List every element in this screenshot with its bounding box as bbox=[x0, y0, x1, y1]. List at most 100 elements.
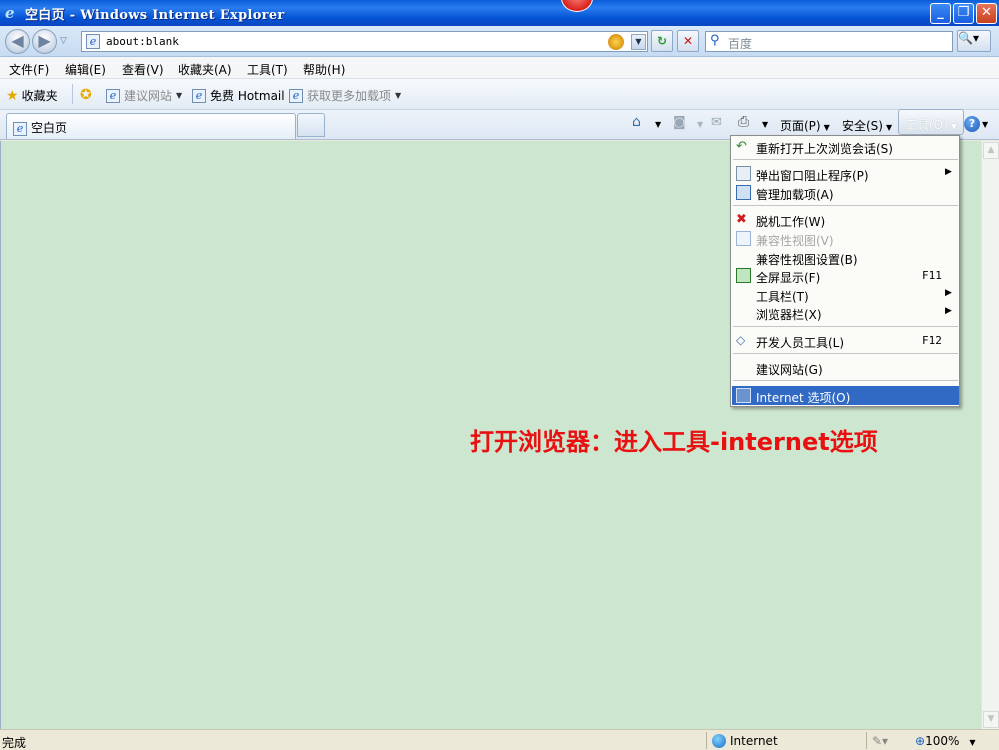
more-addons-link[interactable]: e 获取更多加载项 ▼ bbox=[289, 87, 401, 104]
ie-page-icon: e bbox=[106, 88, 120, 103]
chevron-down-icon[interactable]: ▼ bbox=[762, 120, 768, 129]
menu-item-label: 兼容性视图(V) bbox=[756, 234, 834, 248]
menu-file[interactable]: 文件(F) bbox=[9, 61, 49, 78]
suggested-sites-label: 建议网站 bbox=[124, 89, 173, 103]
menu-item-manage-addons[interactable]: 管理加载项(A) bbox=[732, 183, 959, 202]
read-mail-icon[interactable]: ✉ bbox=[711, 115, 722, 130]
favorites-bar: ★ 收藏夹 ✪ e 建议网站 ▼ e 免费 Hotmail e 获取更多加载项 … bbox=[0, 79, 999, 110]
menu-separator bbox=[733, 353, 958, 354]
menu-help[interactable]: 帮助(H) bbox=[303, 61, 345, 78]
reopen-session-icon: ↶ bbox=[736, 139, 747, 154]
developer-tools-icon: ◇ bbox=[736, 333, 746, 347]
menu-item-work-offline[interactable]: ✖ 脱机工作(W) bbox=[732, 210, 959, 229]
page-menu-label: 页面(P) bbox=[780, 119, 821, 133]
menu-item-popup-blocker[interactable]: 弹出窗口阻止程序(P) ▶ bbox=[732, 164, 959, 183]
menu-item-label: 脱机工作(W) bbox=[756, 215, 826, 229]
menu-item-label: 弹出窗口阻止程序(P) bbox=[756, 169, 869, 183]
instruction-annotation: 打开浏览器：进入工具-internet选项 bbox=[470, 428, 878, 456]
zone-label: Internet bbox=[730, 734, 778, 748]
favorites-separator bbox=[72, 84, 73, 104]
menu-item-internet-options[interactable]: Internet 选项(O) bbox=[732, 386, 959, 405]
ie-page-icon: e bbox=[289, 88, 303, 103]
zoom-control[interactable]: ⊕100% ▼ bbox=[915, 734, 976, 748]
menu-favorites[interactable]: 收藏夹(A) bbox=[178, 61, 232, 78]
page-menu-button[interactable]: 页面(P) ▼ bbox=[780, 117, 830, 134]
scroll-down-button[interactable]: ▼ bbox=[983, 711, 999, 728]
popup-blocker-icon bbox=[736, 166, 751, 181]
full-screen-icon bbox=[736, 268, 751, 283]
menu-item-label: Internet 选项(O) bbox=[756, 391, 851, 405]
page-icon: e bbox=[86, 34, 100, 49]
menu-bar: 文件(F) 编辑(E) 查看(V) 收藏夹(A) 工具(T) 帮助(H) bbox=[0, 57, 999, 79]
vertical-scrollbar[interactable]: ▲ ▼ bbox=[981, 141, 999, 729]
history-dropdown-icon[interactable]: ▽ bbox=[60, 36, 67, 46]
zoom-level: 100% bbox=[925, 734, 960, 748]
menu-item-toolbars[interactable]: 工具栏(T) ▶ bbox=[732, 285, 959, 304]
menu-item-label: 浏览器栏(X) bbox=[756, 308, 822, 322]
menu-item-label: 重新打开上次浏览会话(S) bbox=[756, 142, 893, 156]
search-input[interactable]: ⚲ 百度 bbox=[705, 31, 953, 52]
search-button[interactable]: 🔍▾ bbox=[957, 30, 991, 52]
menu-shortcut: F11 bbox=[922, 269, 942, 282]
suggested-sites-link[interactable]: e 建议网站 ▼ bbox=[106, 87, 182, 104]
hotmail-link[interactable]: e 免费 Hotmail bbox=[192, 87, 285, 104]
menu-tools[interactable]: 工具(T) bbox=[247, 61, 288, 78]
safety-menu-button[interactable]: 安全(S) ▼ bbox=[842, 117, 892, 134]
address-field[interactable]: e about:blank ▼ bbox=[81, 31, 648, 52]
scroll-up-button[interactable]: ▲ bbox=[983, 142, 999, 159]
search-placeholder: 百度 bbox=[728, 37, 753, 51]
status-bar: 完成 Internet ✎▾ ⊕100% ▼ bbox=[0, 729, 999, 750]
tools-menu-label: 工具(O) bbox=[905, 118, 948, 132]
protected-mode-icon[interactable]: ✎▾ bbox=[872, 734, 888, 748]
submenu-arrow-icon: ▶ bbox=[945, 306, 952, 316]
menu-item-compatibility-settings[interactable]: 兼容性视图设置(B) bbox=[732, 248, 959, 267]
chevron-down-icon: ▼ bbox=[176, 91, 183, 100]
tools-dropdown-menu: ↶ 重新打开上次浏览会话(S) 弹出窗口阻止程序(P) ▶ 管理加载项(A) ✖… bbox=[730, 135, 960, 407]
new-tab-button[interactable] bbox=[297, 113, 325, 137]
url-text[interactable]: about:blank bbox=[106, 35, 179, 48]
menu-item-reopen-session[interactable]: ↶ 重新打开上次浏览会话(S) bbox=[732, 137, 959, 156]
menu-item-suggested-sites[interactable]: 建议网站(G) bbox=[732, 358, 959, 377]
manage-addons-icon bbox=[736, 185, 751, 200]
compatibility-icon[interactable] bbox=[608, 34, 624, 50]
submenu-arrow-icon: ▶ bbox=[945, 167, 952, 177]
menu-view[interactable]: 查看(V) bbox=[122, 61, 164, 78]
menu-item-full-screen[interactable]: 全屏显示(F) F11 bbox=[732, 266, 959, 285]
menu-item-developer-tools[interactable]: ◇ 开发人员工具(L) F12 bbox=[732, 331, 959, 350]
refresh-button[interactable]: ↻ bbox=[651, 30, 673, 52]
tab-title: 空白页 bbox=[31, 121, 68, 135]
window-title: 空白页 - Windows Internet Explorer bbox=[25, 7, 285, 23]
address-dropdown-icon[interactable]: ▼ bbox=[631, 34, 646, 50]
chevron-down-icon[interactable]: ▼ bbox=[982, 120, 988, 129]
stop-button[interactable]: ✕ bbox=[677, 30, 699, 52]
home-icon[interactable]: ⌂ bbox=[632, 114, 641, 130]
feeds-icon[interactable]: ◙ bbox=[673, 115, 686, 130]
close-button[interactable]: ✕ bbox=[976, 3, 997, 24]
minimize-button[interactable]: _ bbox=[930, 3, 951, 24]
favorites-button[interactable]: ★ 收藏夹 bbox=[6, 87, 58, 104]
search-provider-icon: ⚲ bbox=[710, 33, 720, 48]
security-zone[interactable]: Internet bbox=[712, 734, 778, 748]
forward-button[interactable]: ▶ bbox=[32, 29, 57, 54]
add-to-favorites-button[interactable]: ✪ bbox=[80, 87, 95, 103]
chevron-down-icon: ▼ bbox=[969, 738, 976, 747]
ie-page-icon: e bbox=[13, 122, 27, 136]
menu-item-explorer-bars[interactable]: 浏览器栏(X) ▶ bbox=[732, 303, 959, 322]
print-icon[interactable]: ⎙ bbox=[738, 114, 749, 130]
menu-separator bbox=[733, 380, 958, 381]
tab-blank-page[interactable]: e 空白页 bbox=[6, 113, 296, 139]
help-icon[interactable]: ? bbox=[964, 116, 980, 132]
favorites-label: 收藏夹 bbox=[21, 89, 58, 103]
menu-shortcut: F12 bbox=[922, 334, 942, 347]
more-addons-label: 获取更多加载项 bbox=[307, 89, 392, 103]
favorites-star-icon: ★ bbox=[6, 87, 19, 104]
tools-menu-button[interactable]: 工具(O) ▼ bbox=[898, 109, 964, 135]
ie-logo-icon: e bbox=[5, 4, 15, 22]
back-button[interactable]: ◀ bbox=[5, 29, 30, 54]
maximize-button[interactable]: ❐ bbox=[953, 3, 974, 24]
menu-separator bbox=[733, 326, 958, 327]
chevron-down-icon: ▼ bbox=[395, 91, 402, 100]
chevron-down-icon[interactable]: ▼ bbox=[655, 120, 661, 129]
ie-page-icon: e bbox=[192, 88, 206, 103]
menu-edit[interactable]: 编辑(E) bbox=[65, 61, 106, 78]
